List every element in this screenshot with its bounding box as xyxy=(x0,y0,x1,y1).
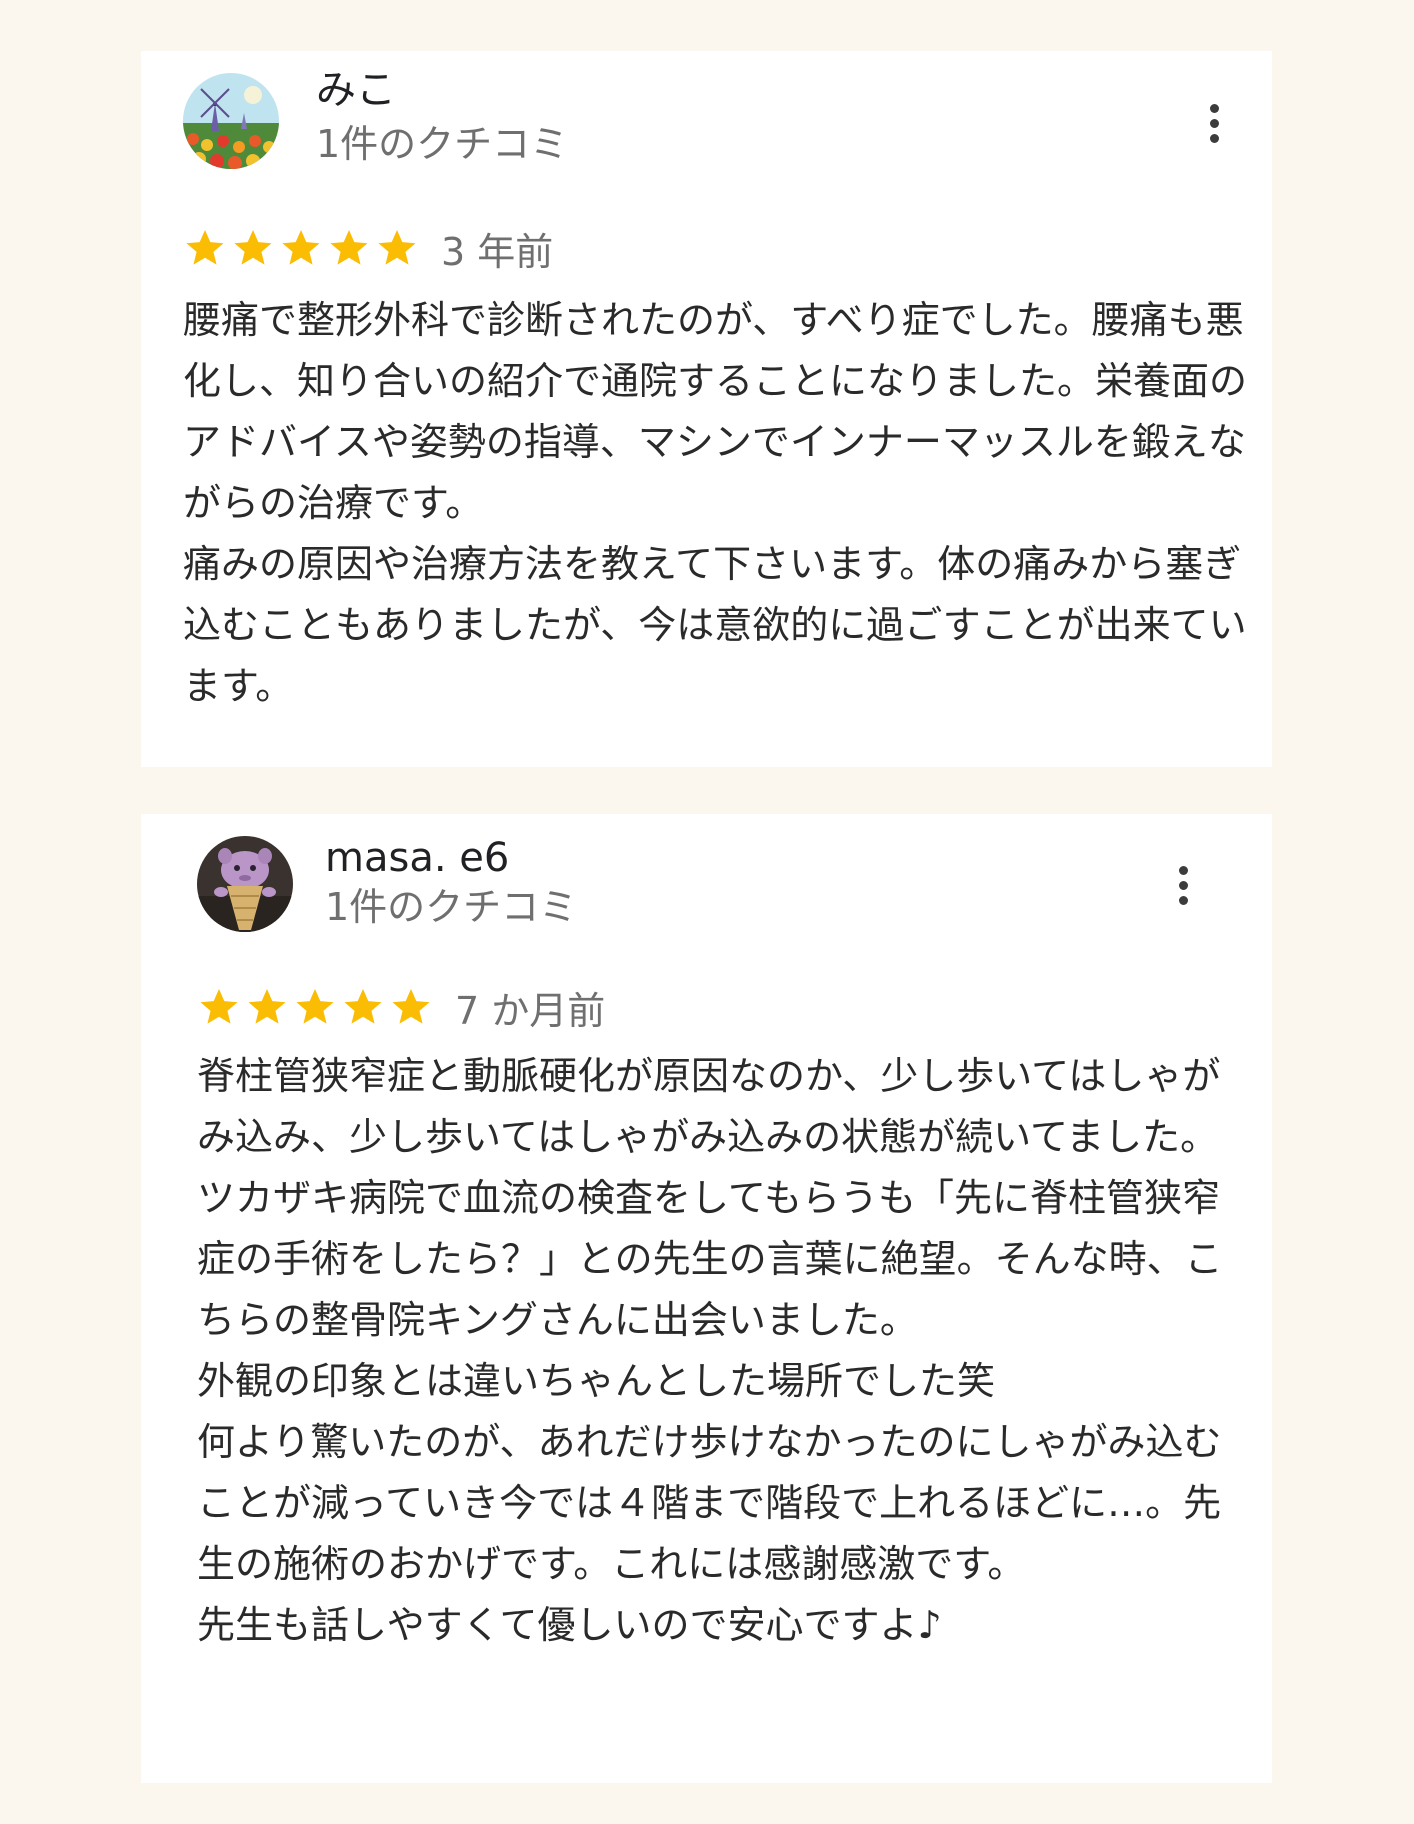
reviewer-name[interactable]: masa. e6 xyxy=(325,834,509,882)
more-vert-icon[interactable] xyxy=(1194,98,1234,150)
star-icon xyxy=(279,226,323,270)
star-icon xyxy=(327,226,371,270)
plush-toy-avatar-icon[interactable] xyxy=(197,836,293,932)
review-count: 1件のクチコミ xyxy=(316,122,569,166)
star-icon xyxy=(293,985,337,1029)
star-rating xyxy=(183,226,423,270)
star-icon xyxy=(375,226,419,270)
star-rating xyxy=(197,985,437,1029)
rating-row: 7 か月前 xyxy=(197,982,606,1033)
review-date: 3 年前 xyxy=(441,229,554,274)
star-icon xyxy=(245,985,289,1029)
star-icon xyxy=(389,985,433,1029)
review-card: masa. e6 1件のクチコミ 7 か月前 脊柱管狭窄症と動脈硬化が原因なのか… xyxy=(141,814,1272,1783)
review-text: 腰痛で整形外科で診断されたのが、すべり症でした。腰痛も悪化し、知り合いの紹介で通… xyxy=(183,298,1248,708)
reviewer-name[interactable]: みこ xyxy=(316,66,396,114)
star-icon xyxy=(197,985,241,1029)
star-icon xyxy=(183,226,227,270)
review-count: 1件のクチコミ xyxy=(325,885,578,929)
more-vert-icon[interactable] xyxy=(1163,860,1203,912)
star-icon xyxy=(231,226,275,270)
star-icon xyxy=(341,985,385,1029)
review-card: みこ 1件のクチコミ 3 年前 腰痛で整形外科で診断されたのが、すべり症でした。… xyxy=(141,51,1272,767)
windmill-avatar-icon[interactable] xyxy=(183,73,279,169)
rating-row: 3 年前 xyxy=(183,223,554,274)
review-date: 7 か月前 xyxy=(455,988,606,1033)
review-text: 脊柱管狭窄症と動脈硬化が原因なのか、少し歩いてはしゃがみ込み、少し歩いてはしゃが… xyxy=(197,1054,1223,1647)
